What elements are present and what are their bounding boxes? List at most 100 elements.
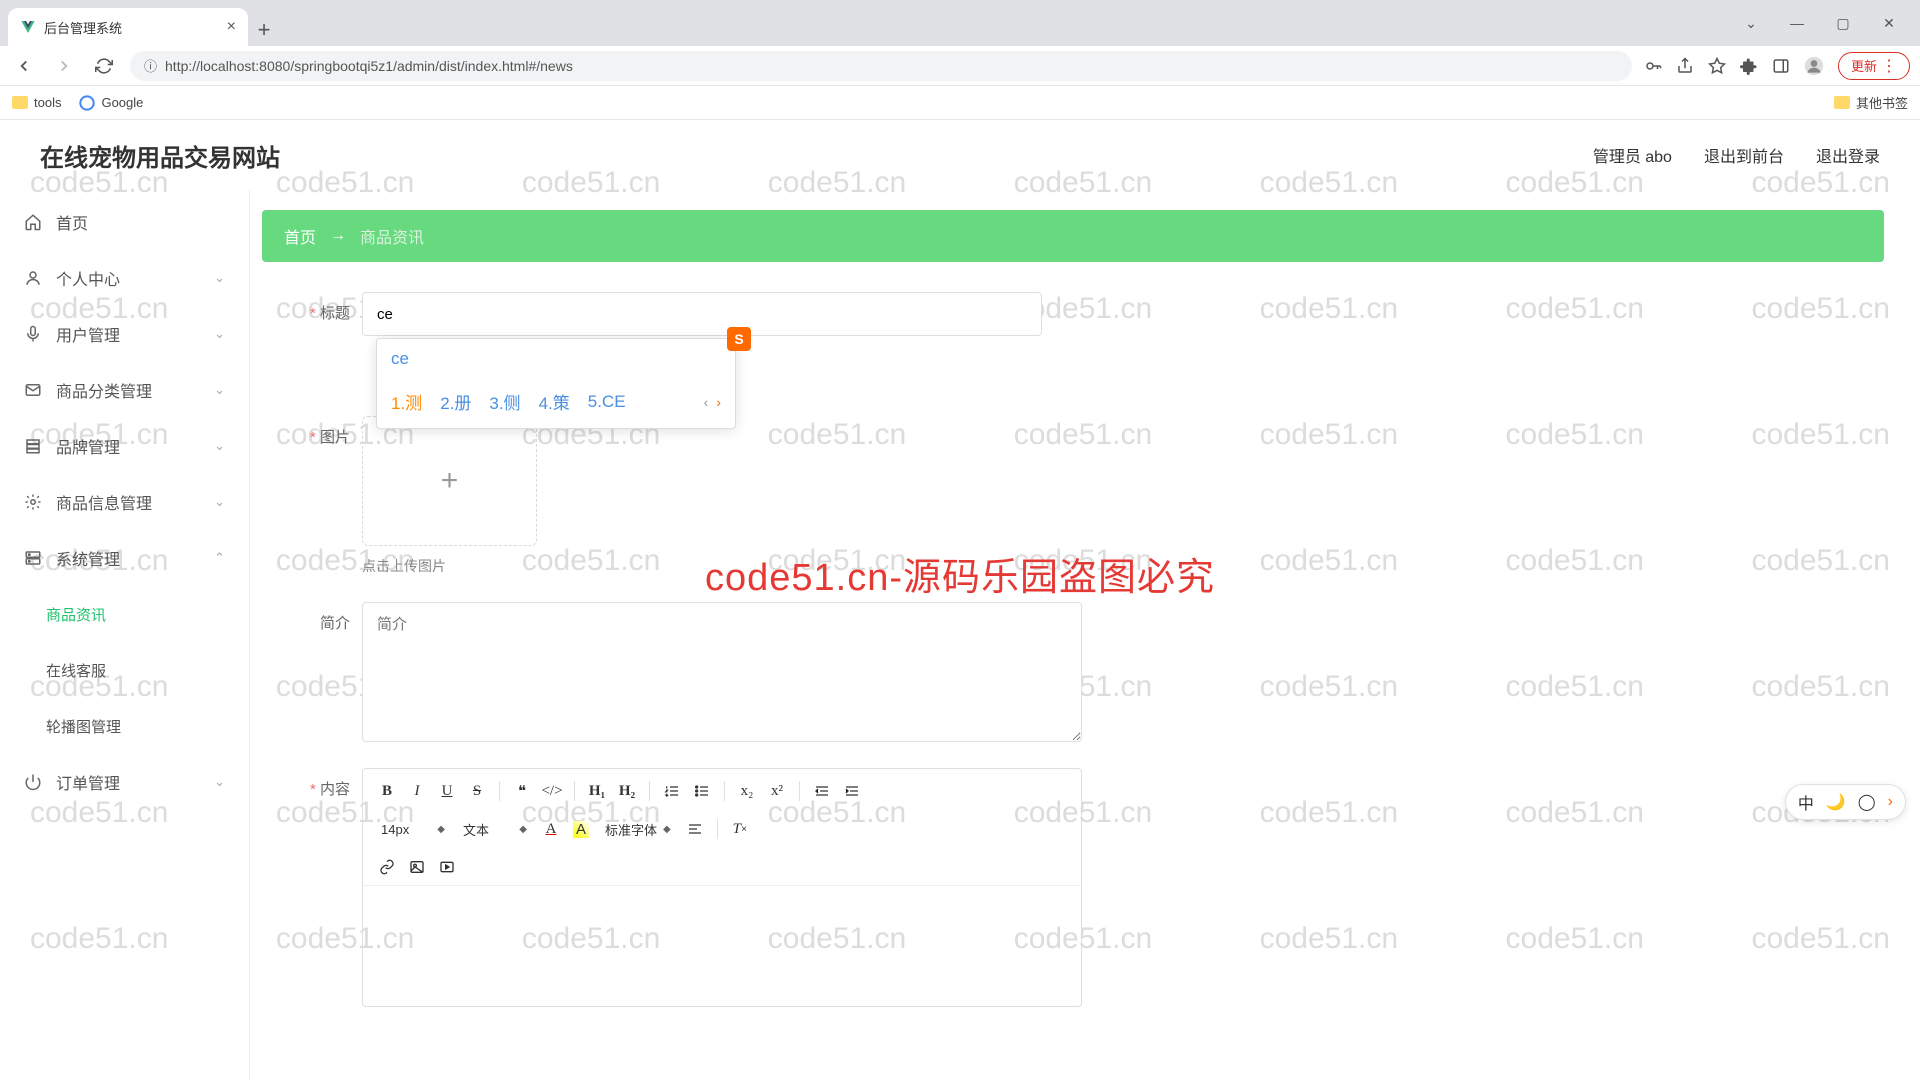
sidebar-item-service[interactable]: 在线客服 xyxy=(0,642,249,698)
watermark-center: code51.cn-源码乐园盗图必究 xyxy=(705,546,1215,601)
moon-icon[interactable]: 🌙 xyxy=(1826,792,1846,812)
chevron-down-icon: ⌄ xyxy=(214,382,225,398)
sidebar-item-category[interactable]: 商品分类管理 ⌄ xyxy=(0,362,249,418)
lang-indicator[interactable]: 中 xyxy=(1798,790,1814,814)
bold-button[interactable]: B xyxy=(373,777,401,805)
video-button[interactable] xyxy=(433,853,461,881)
window-controls: ⌄ — ▢ ✕ xyxy=(1728,0,1920,46)
outdent-button[interactable] xyxy=(808,777,836,805)
breadcrumb-home[interactable]: 首页 xyxy=(284,224,316,248)
google-icon xyxy=(79,95,95,111)
tab-title: 后台管理系统 xyxy=(44,18,122,37)
h1-button[interactable]: H₁ xyxy=(583,777,611,805)
italic-button[interactable]: I xyxy=(403,777,431,805)
ime-prev[interactable]: ‹ xyxy=(704,394,709,410)
editor-toolbar: B I U S ❝ </> H₁ H₂ x₂ xyxy=(363,769,1081,886)
bookmark-tools[interactable]: tools xyxy=(12,95,61,110)
profile-icon[interactable] xyxy=(1804,56,1824,76)
text-color-button[interactable]: A xyxy=(537,815,565,843)
ime-status-widget[interactable]: 中 🌙 ◯ › xyxy=(1785,784,1906,820)
sidebar-item-brand[interactable]: 品牌管理 ⌄ xyxy=(0,418,249,474)
editor-body[interactable] xyxy=(363,886,1081,1006)
ime-candidate[interactable]: 5.CE xyxy=(588,392,626,412)
close-icon[interactable]: × xyxy=(227,18,236,36)
bookmark-google[interactable]: Google xyxy=(79,95,143,111)
ime-candidates: 1.测 2.册 3.侧 4.策 5.CE ‹ › xyxy=(377,379,735,428)
goto-frontend-link[interactable]: 退出到前台 xyxy=(1704,143,1784,167)
sidebar-item-home[interactable]: 首页 xyxy=(0,194,249,250)
share-icon[interactable] xyxy=(1676,57,1694,75)
circle-icon[interactable]: ◯ xyxy=(1858,792,1876,812)
sidepanel-icon[interactable] xyxy=(1772,57,1790,75)
breadcrumb-current: 商品资讯 xyxy=(360,224,424,248)
server-icon xyxy=(24,549,42,567)
ul-button[interactable] xyxy=(688,777,716,805)
code-button[interactable]: </> xyxy=(538,777,566,805)
superscript-button[interactable]: x² xyxy=(763,777,791,805)
image-upload[interactable]: + xyxy=(362,416,537,546)
plus-icon: + xyxy=(441,464,459,498)
bookmark-other[interactable]: 其他书签 xyxy=(1834,93,1908,112)
back-button[interactable] xyxy=(10,52,38,80)
align-button[interactable] xyxy=(681,815,709,843)
minimize-icon[interactable]: — xyxy=(1774,0,1820,46)
chevron-down-icon: ⌄ xyxy=(214,494,225,510)
title-label: 标题 xyxy=(292,292,362,336)
ime-candidate[interactable]: 2.册 xyxy=(440,389,471,414)
underline-button[interactable]: U xyxy=(433,777,461,805)
admin-label[interactable]: 管理员 abo xyxy=(1593,143,1672,167)
sidebar-item-profile[interactable]: 个人中心 ⌄ xyxy=(0,250,249,306)
browser-tab[interactable]: 后台管理系统 × xyxy=(8,8,248,46)
close-window-icon[interactable]: ✕ xyxy=(1866,0,1912,46)
image-button[interactable] xyxy=(403,853,431,881)
bg-color-button[interactable]: A xyxy=(567,815,595,843)
indent-button[interactable] xyxy=(838,777,866,805)
forward-button[interactable] xyxy=(50,52,78,80)
update-button[interactable]: 更新⋮ xyxy=(1838,52,1910,80)
address-bar[interactable]: ⓘ http://localhost:8080/springbootqi5z1/… xyxy=(130,51,1632,81)
clear-format-button[interactable]: T× xyxy=(726,815,754,843)
sidebar-item-users[interactable]: 用户管理 ⌄ xyxy=(0,306,249,362)
upload-hint: 点击上传图片 xyxy=(362,556,537,576)
chevron-down-icon[interactable]: ⌄ xyxy=(1728,0,1774,46)
image-label: 图片 xyxy=(292,416,362,576)
subscript-button[interactable]: x₂ xyxy=(733,777,761,805)
sidebar-item-carousel[interactable]: 轮播图管理 xyxy=(0,698,249,754)
app-header: 在线宠物用品交易网站 管理员 abo 退出到前台 退出登录 xyxy=(0,120,1920,190)
arrow-icon: → xyxy=(330,227,346,245)
sidebar-item-orders[interactable]: 订单管理 ⌄ xyxy=(0,754,249,810)
sidebar-item-goods[interactable]: 商品信息管理 ⌄ xyxy=(0,474,249,530)
link-button[interactable] xyxy=(373,853,401,881)
content-area: 首页 → 商品资讯 标题 S ce 1.测 2.册 3.侧 4 xyxy=(250,190,1920,1080)
h2-button[interactable]: H₂ xyxy=(613,777,641,805)
star-icon[interactable] xyxy=(1708,57,1726,75)
intro-textarea[interactable] xyxy=(362,602,1082,742)
reload-button[interactable] xyxy=(90,52,118,80)
title-input[interactable] xyxy=(362,292,1042,336)
extensions-icon[interactable] xyxy=(1740,57,1758,75)
gear-icon xyxy=(24,493,42,511)
expand-icon[interactable]: › xyxy=(1888,793,1893,811)
quote-button[interactable]: ❝ xyxy=(508,777,536,805)
ime-candidate[interactable]: 1.测 xyxy=(391,389,422,414)
ime-candidate[interactable]: 3.侧 xyxy=(489,389,520,414)
sogou-badge-icon: S xyxy=(727,327,751,351)
ol-button[interactable] xyxy=(658,777,686,805)
ime-next[interactable]: › xyxy=(716,394,721,410)
strike-button[interactable]: S xyxy=(463,777,491,805)
chevron-down-icon: ⌄ xyxy=(214,774,225,790)
fontfamily-select[interactable]: 标准字体◆ xyxy=(597,815,679,843)
user-icon xyxy=(24,269,42,287)
new-tab-button[interactable]: + xyxy=(248,14,280,46)
fontsize-select[interactable]: 14px◆ xyxy=(373,815,453,843)
maximize-icon[interactable]: ▢ xyxy=(1820,0,1866,46)
site-info-icon[interactable]: ⓘ xyxy=(144,56,157,75)
blocktype-select[interactable]: 文本◆ xyxy=(455,815,535,843)
logout-link[interactable]: 退出登录 xyxy=(1816,143,1880,167)
bookmarks-bar: tools Google 其他书签 xyxy=(0,86,1920,120)
sidebar: 首页 个人中心 ⌄ 用户管理 ⌄ 商品分类管理 ⌄ 品牌管理 ⌄ 商品信息管理 … xyxy=(0,190,250,1080)
ime-candidate[interactable]: 4.策 xyxy=(539,389,570,414)
password-icon[interactable] xyxy=(1644,57,1662,75)
sidebar-item-system[interactable]: 系统管理 ⌃ xyxy=(0,530,249,586)
sidebar-item-news[interactable]: 商品资讯 xyxy=(0,586,249,642)
